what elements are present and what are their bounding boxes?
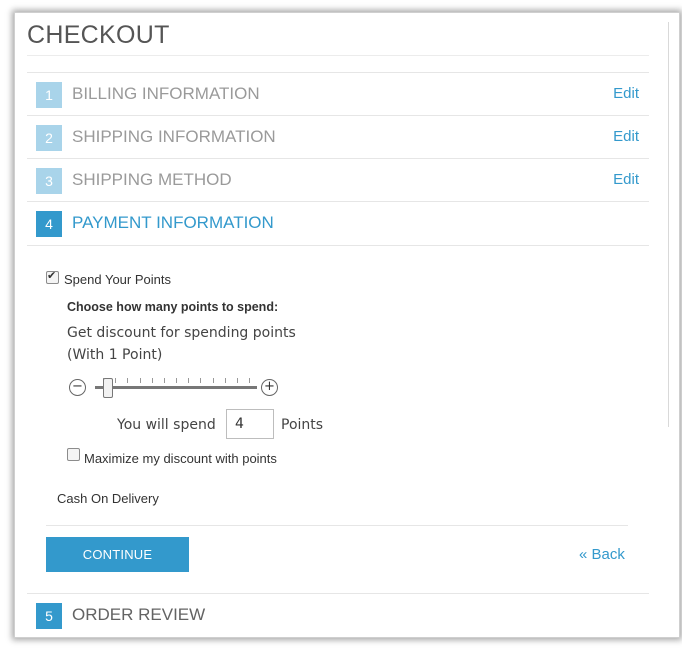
step-shipping-information[interactable]: 2 SHIPPING INFORMATION Edit xyxy=(27,115,649,159)
step-order-review: 5 ORDER REVIEW xyxy=(27,593,649,637)
slider-tick xyxy=(236,378,238,383)
slider-tick xyxy=(139,378,141,383)
slider-tick xyxy=(151,378,153,383)
spend-prefix-label: You will spend xyxy=(117,417,216,433)
points-slider-handle[interactable] xyxy=(102,378,113,398)
slider-minus-button[interactable]: − xyxy=(69,379,86,396)
spend-suffix-label: Points xyxy=(281,417,324,433)
step-number: 3 xyxy=(36,168,62,194)
slider-tick xyxy=(249,378,250,383)
points-slider-track[interactable] xyxy=(95,386,257,389)
edit-billing-link[interactable]: Edit xyxy=(613,85,639,102)
checkout-panel: CHECKOUT 1 BILLING INFORMATION Edit 2 SH… xyxy=(14,12,680,638)
payment-section-divider xyxy=(27,245,649,247)
step-label: BILLING INFORMATION xyxy=(72,84,260,103)
slider-tick xyxy=(224,378,226,383)
choose-points-label: Choose how many points to spend: xyxy=(67,300,279,314)
step-label: ORDER REVIEW xyxy=(72,605,206,624)
step-number: 4 xyxy=(36,211,62,237)
step-number: 1 xyxy=(36,82,62,108)
spend-points-label: Spend Your Points xyxy=(64,272,171,287)
slider-tick xyxy=(176,378,177,383)
continue-button[interactable]: CONTINUE xyxy=(46,537,189,572)
discount-description: Get discount for spending points xyxy=(67,325,296,341)
spend-points-checkbox[interactable] xyxy=(46,269,59,284)
maximize-discount-checkbox[interactable] xyxy=(67,448,80,461)
discount-rate: (With 1 Point) xyxy=(67,347,163,363)
title-divider xyxy=(27,55,649,56)
slider-tick xyxy=(212,378,214,383)
step-label: PAYMENT INFORMATION xyxy=(72,213,274,232)
scrollbar-track[interactable] xyxy=(668,22,669,427)
actions-divider xyxy=(46,525,628,526)
edit-shipping-method-link[interactable]: Edit xyxy=(613,171,639,188)
step-label: SHIPPING METHOD xyxy=(72,170,232,189)
step-shipping-method[interactable]: 3 SHIPPING METHOD Edit xyxy=(27,158,649,202)
step-payment-information: 4 PAYMENT INFORMATION xyxy=(27,201,649,245)
slider-tick xyxy=(163,378,165,383)
payment-method-cash-on-delivery: Cash On Delivery xyxy=(57,491,159,506)
points-input[interactable] xyxy=(226,409,274,439)
step-billing-information[interactable]: 1 BILLING INFORMATION Edit xyxy=(27,72,649,116)
slider-tick xyxy=(127,378,129,383)
step-number: 5 xyxy=(36,603,62,629)
step-label: SHIPPING INFORMATION xyxy=(72,127,276,146)
edit-shipping-link[interactable]: Edit xyxy=(613,128,639,145)
page-title: CHECKOUT xyxy=(27,21,170,49)
slider-tick xyxy=(115,378,117,383)
slider-tick xyxy=(188,378,190,383)
back-link[interactable]: « Back xyxy=(579,546,625,563)
slider-plus-button[interactable]: + xyxy=(261,379,278,396)
step-number: 2 xyxy=(36,125,62,151)
maximize-discount-label: Maximize my discount with points xyxy=(84,451,277,466)
slider-tick xyxy=(200,378,202,383)
